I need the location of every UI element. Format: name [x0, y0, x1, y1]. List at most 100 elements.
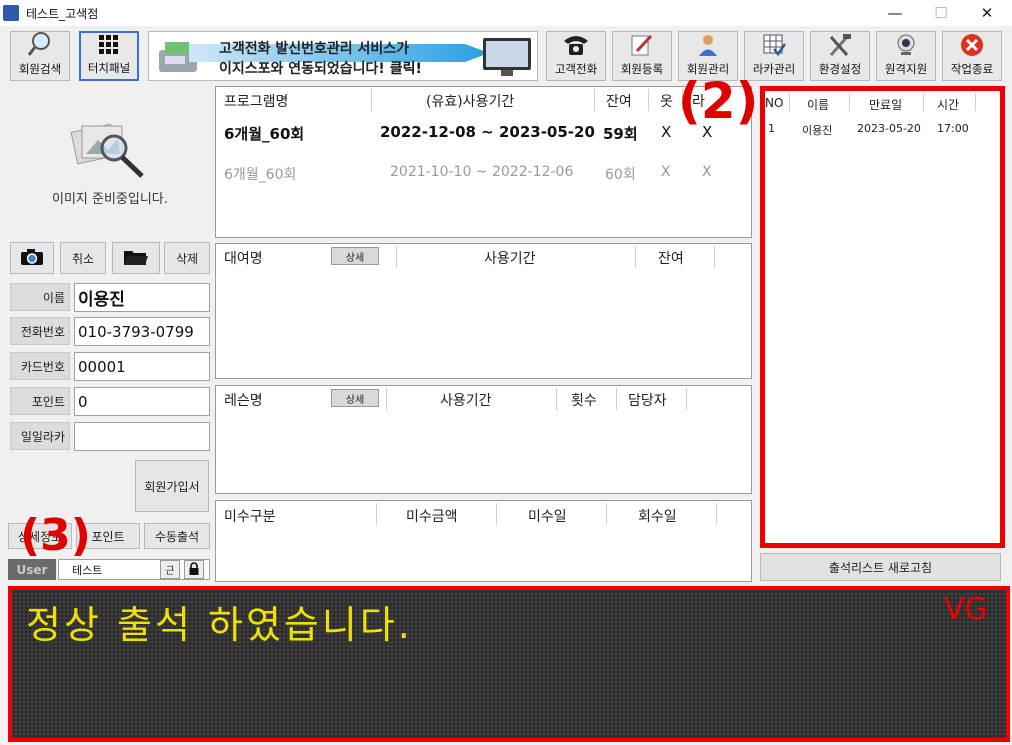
- program-row-1-cloth: X: [661, 123, 672, 141]
- lesson-detail-button[interactable]: 상세: [331, 389, 379, 407]
- locker-manage-label: 라카관리: [752, 62, 796, 76]
- edit-icon: [627, 32, 657, 57]
- rental-header-remain: 잔여: [658, 251, 684, 267]
- attendance-refresh-button[interactable]: 출석리스트 새로고침: [760, 553, 1001, 581]
- member-register-button[interactable]: 회원등록: [612, 31, 672, 81]
- photo-delete-button[interactable]: 삭제: [164, 242, 210, 274]
- attendance-row-expiry: 2023-05-20: [857, 122, 921, 135]
- minimize-button[interactable]: —: [872, 0, 918, 26]
- program-header-name: 프로그램명: [224, 94, 289, 110]
- card-label: 카드번호: [10, 352, 70, 380]
- point-label: 포인트: [10, 387, 70, 415]
- banner-click: 클릭!: [389, 61, 422, 77]
- rental-header-period: 사용기간: [484, 251, 536, 267]
- program-row-1-name[interactable]: 6개월_60회: [224, 123, 304, 144]
- customer-call-label: 고객전화: [554, 62, 598, 76]
- program-row-2-remain: 60회: [605, 167, 636, 183]
- attendance-header-time: 시간: [937, 98, 960, 112]
- program-header-remain: 잔여: [606, 94, 632, 110]
- monitor-icon: [483, 38, 531, 76]
- program-row-2-locker: X: [702, 164, 712, 180]
- camera-icon: [20, 248, 44, 269]
- user-tag: User: [8, 559, 56, 580]
- annotation-2: (2): [678, 72, 759, 130]
- unpaid-header-collect: 회수일: [638, 509, 677, 525]
- webcam-icon: [891, 32, 921, 57]
- program-header-cloth: 옷: [660, 94, 673, 110]
- rental-panel: 대여명 상세 사용기간 잔여: [215, 243, 752, 379]
- attendance-list: NO 이름 만료일 시간 1 이용진 2023-05-20 17:00: [760, 86, 1005, 548]
- banner-line2: 이지스포와 연동되었습니다! 클릭!: [219, 58, 422, 78]
- phone-icon: [561, 32, 591, 57]
- annotation-3: (3): [20, 510, 91, 561]
- search-icon: [25, 31, 55, 57]
- settings-button[interactable]: 환경설정: [810, 31, 870, 81]
- app-icon: [3, 5, 19, 21]
- touch-panel-label: 터치패널: [87, 61, 131, 75]
- exit-work-button[interactable]: 작업종료: [942, 31, 1002, 81]
- unpaid-header-type: 미수구분: [224, 509, 276, 525]
- camera-button[interactable]: [10, 242, 54, 274]
- banner-line2-text: 이지스포와 연동되었습니다!: [219, 61, 385, 77]
- user-mini-button[interactable]: 근: [160, 560, 180, 579]
- program-row-2-cloth: X: [661, 164, 671, 180]
- grid-icon: [94, 33, 124, 56]
- member-search-label: 회원검색: [18, 62, 62, 76]
- status-message: 정상 출석 하였습니다.: [26, 603, 413, 647]
- program-row-1-remain: 59회: [603, 125, 638, 143]
- maximize-button[interactable]: ☐: [918, 0, 964, 26]
- phone-label: 전화번호: [10, 317, 70, 345]
- lesson-header-count: 횟수: [571, 393, 597, 409]
- attendance-row-name[interactable]: 이용진: [802, 122, 832, 138]
- exit-icon: [957, 32, 987, 57]
- card-field[interactable]: 00001: [74, 352, 210, 381]
- customer-call-button[interactable]: 고객전화: [546, 31, 606, 81]
- attendance-header-name: 이름: [807, 98, 830, 112]
- user-name: 테스트: [72, 564, 103, 577]
- attendance-header-expiry: 만료일: [869, 98, 903, 112]
- lesson-header-trainer: 담당자: [628, 393, 667, 409]
- tools-icon: [825, 32, 855, 57]
- name-label: 이름: [10, 283, 70, 311]
- rental-detail-button[interactable]: 상세: [331, 247, 379, 265]
- program-header-period: (유효)사용기간: [426, 94, 515, 110]
- join-form-button[interactable]: 회원가입서: [135, 460, 209, 512]
- member-search-button[interactable]: 회원검색: [10, 31, 70, 81]
- banner-ad[interactable]: 고객전화 발신번호관리 서비스가 이지스포와 연동되었습니다! 클릭!: [148, 31, 538, 81]
- remote-support-label: 원격지원: [884, 62, 928, 76]
- touch-panel-button[interactable]: 터치패널: [79, 31, 139, 81]
- image-search-icon: [70, 123, 144, 178]
- lock-icon: [188, 561, 200, 578]
- member-register-label: 회원등록: [620, 62, 664, 76]
- folder-icon: [123, 248, 149, 269]
- daily-locker-field[interactable]: [74, 422, 210, 451]
- title-bar: [0, 0, 1012, 26]
- point-field[interactable]: 0: [74, 387, 210, 416]
- lock-button[interactable]: [184, 560, 204, 579]
- rental-header-name: 대여명: [224, 251, 263, 267]
- photo-cancel-button[interactable]: 취소: [60, 242, 106, 274]
- program-panel: 프로그램명 (유효)사용기간 잔여 옷 라 6개월_60회 2022-12-08…: [215, 86, 752, 238]
- program-row-1-period: 2022-12-08 ~ 2023-05-20: [380, 123, 595, 141]
- program-row-2-name[interactable]: 6개월_60회: [224, 164, 296, 184]
- attendance-row-no: 1: [768, 122, 775, 135]
- remote-support-button[interactable]: 원격지원: [876, 31, 936, 81]
- attendance-header-no: NO: [765, 96, 784, 110]
- name-field[interactable]: 이용진: [74, 283, 210, 312]
- program-row-2-period: 2021-10-10 ~ 2022-12-06: [390, 164, 574, 180]
- lesson-header-name: 레슨명: [224, 393, 263, 409]
- photo-caption: 이미지 준비중입니다.: [52, 192, 168, 207]
- settings-label: 환경설정: [818, 62, 862, 76]
- banner-line1: 고객전화 발신번호관리 서비스가: [219, 41, 410, 57]
- status-tag: VG: [944, 592, 988, 627]
- close-button[interactable]: ✕: [964, 0, 1010, 26]
- open-folder-button[interactable]: [112, 242, 160, 274]
- window-title: 테스트_고색점: [26, 7, 99, 21]
- unpaid-header-date: 미수일: [528, 509, 567, 525]
- daily-locker-label: 일일라카: [10, 422, 70, 450]
- locker-grid-icon: [759, 32, 789, 57]
- manual-attendance-button[interactable]: 수동출석: [144, 523, 210, 549]
- phone-field[interactable]: 010-3793-0799: [74, 317, 210, 346]
- user-icon: [693, 32, 723, 57]
- lesson-panel: 레슨명 상세 사용기간 횟수 담당자: [215, 385, 752, 494]
